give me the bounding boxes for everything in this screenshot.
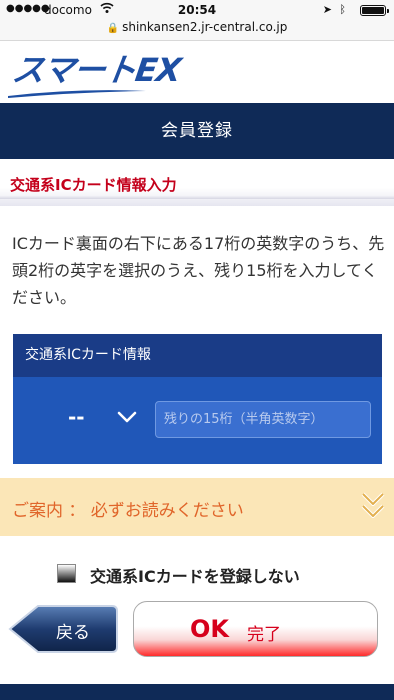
chevron-down-icon: [117, 411, 137, 423]
ic-card-panel-title: 交通系ICカード情報: [13, 334, 382, 377]
footer-strip: [0, 684, 394, 700]
page-header: 会員登録: [0, 103, 394, 159]
skip-ic-registration-row: 交通系ICカードを登録しない: [0, 553, 394, 593]
status-bar: ●●●●● docomo 20:54 ➤ ᛒ: [0, 0, 394, 20]
ic-remaining-digits-input[interactable]: [155, 401, 371, 438]
ok-complete-button[interactable]: OK 完了: [133, 601, 378, 657]
logo-swoosh-icon: [8, 90, 146, 98]
notice-bar[interactable]: ご案内 ： 必ずお読みください: [0, 478, 394, 536]
location-arrow-icon: ➤: [322, 3, 332, 16]
clock-time: 20:54: [177, 3, 217, 17]
section-divider: [0, 196, 394, 199]
done-label: 完了: [247, 625, 281, 645]
double-chevron-down-icon: [361, 492, 385, 518]
section-title-bar: 交通系ICカード情報入力: [0, 160, 394, 206]
skip-ic-registration-checkbox[interactable]: [57, 564, 76, 583]
battery-icon: [360, 5, 389, 16]
ic-prefix-value: --: [68, 405, 85, 429]
url-text: shinkansen2.jr-central.co.jp: [122, 20, 288, 34]
lock-icon: 🔒: [106, 23, 120, 34]
back-button[interactable]: 戻る: [8, 604, 119, 654]
ok-label: OK: [190, 615, 229, 643]
logo-area: スマートEX: [0, 41, 394, 103]
bluetooth-icon: ᛒ: [339, 3, 346, 16]
notice-label: ご案内 ： 必ずお読みください: [12, 501, 244, 521]
skip-ic-registration-label[interactable]: 交通系ICカードを登録しない: [90, 563, 300, 587]
ic-prefix-select[interactable]: --: [13, 377, 154, 464]
ic-card-panel: 交通系ICカード情報 --: [13, 334, 382, 464]
instructions-text: ICカード裏面の右下にある17桁の英数字のうち、先頭2桁の英字を選択のうえ、残り…: [12, 234, 385, 307]
back-label: 戻る: [56, 623, 90, 643]
page-title: 会員登録: [161, 121, 233, 141]
section-title: 交通系ICカード情報入力: [10, 176, 177, 194]
url-bar[interactable]: 🔒 shinkansen2.jr-central.co.jp: [0, 20, 394, 41]
